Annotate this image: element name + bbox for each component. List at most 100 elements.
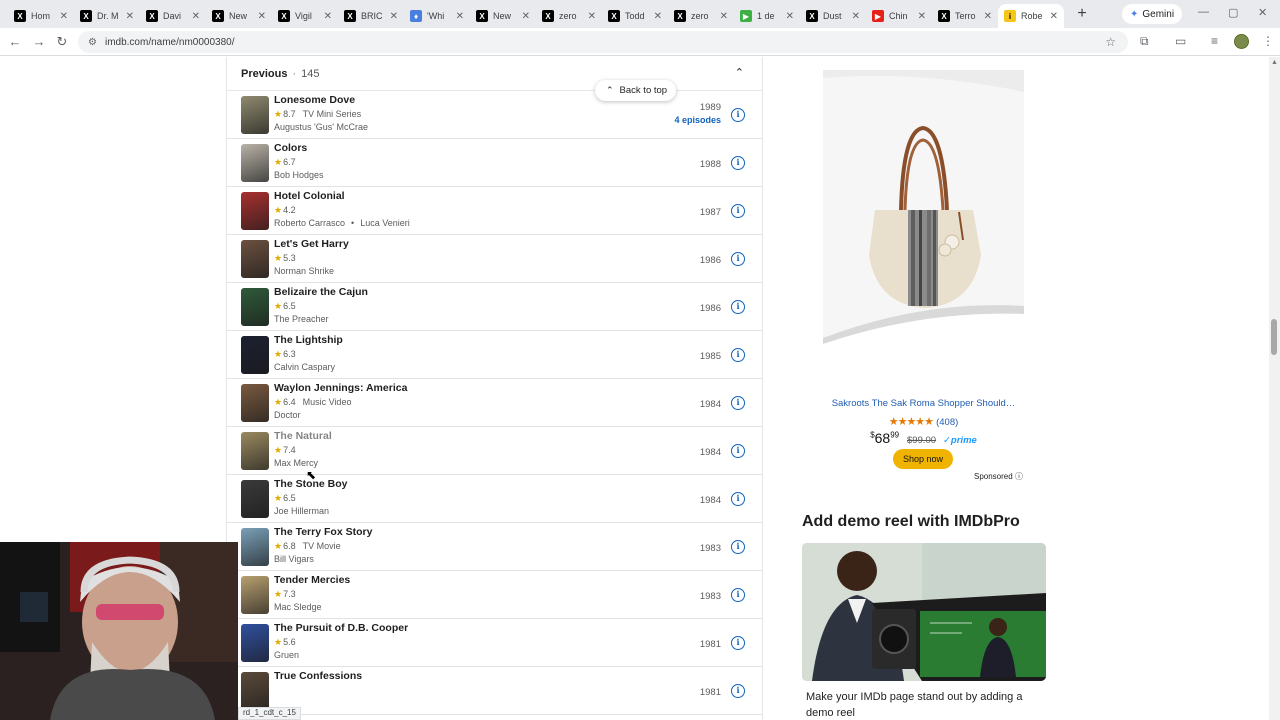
info-icon[interactable]: i bbox=[731, 396, 745, 410]
credit-title[interactable]: Hotel Colonial bbox=[274, 190, 345, 202]
tab-close-icon[interactable]: ✕ bbox=[522, 11, 530, 22]
credit-row[interactable]: Hotel Colonial ★4.2 Roberto Carrasco • Luca … bbox=[227, 187, 762, 235]
browser-tab[interactable]: Xzero ✕ bbox=[536, 4, 602, 28]
tab-close-icon[interactable]: ✕ bbox=[258, 11, 266, 22]
browser-tab[interactable]: ▶ 1 de ✕ bbox=[734, 4, 800, 28]
poster-thumbnail[interactable] bbox=[241, 528, 269, 566]
credit-title[interactable]: The Lightship bbox=[274, 334, 343, 346]
poster-thumbnail[interactable] bbox=[241, 672, 269, 710]
media-control-icon[interactable]: ≡ bbox=[1211, 34, 1218, 48]
browser-tab[interactable]: Xzero ✕ bbox=[668, 4, 734, 28]
chevron-up-icon[interactable]: ⌃ bbox=[735, 66, 744, 79]
info-icon[interactable]: i bbox=[731, 156, 745, 170]
forward-icon[interactable]: → bbox=[27, 34, 51, 49]
back-icon[interactable]: ← bbox=[3, 34, 27, 49]
cast-icon[interactable]: ▭ bbox=[1175, 34, 1186, 48]
credit-title[interactable]: Lonesome Dove bbox=[274, 94, 355, 106]
info-icon[interactable]: i bbox=[731, 684, 745, 698]
poster-thumbnail[interactable] bbox=[241, 432, 269, 470]
poster-thumbnail[interactable] bbox=[241, 192, 269, 230]
browser-tab[interactable]: X Terro ✕ bbox=[932, 4, 998, 28]
info-icon[interactable]: i bbox=[731, 108, 745, 122]
ad-product-image[interactable] bbox=[823, 70, 1024, 355]
shop-now-button[interactable]: Shop now bbox=[893, 449, 954, 469]
poster-thumbnail[interactable] bbox=[241, 384, 269, 422]
credit-title[interactable]: The Natural bbox=[274, 430, 332, 442]
poster-thumbnail[interactable] bbox=[241, 576, 269, 614]
credit-title[interactable]: Tender Mercies bbox=[274, 574, 350, 586]
credit-row[interactable]: True Confessions 1981 i bbox=[227, 667, 762, 715]
reload-icon[interactable]: ↻ bbox=[50, 34, 74, 50]
poster-thumbnail[interactable] bbox=[241, 480, 269, 518]
credit-row[interactable]: The Stone Boy ★6.5 Joe Hillerman 1984 i bbox=[227, 475, 762, 523]
credit-title[interactable]: The Pursuit of D.B. Cooper bbox=[274, 622, 408, 634]
credit-title[interactable]: Colors bbox=[274, 142, 307, 154]
credit-title[interactable]: Waylon Jennings: America bbox=[274, 382, 407, 394]
scrollbar-thumb[interactable] bbox=[1271, 319, 1277, 355]
tab-close-icon[interactable]: ✕ bbox=[786, 11, 794, 22]
poster-thumbnail[interactable] bbox=[241, 240, 269, 278]
credit-title[interactable]: Belizaire the Cajun bbox=[274, 286, 368, 298]
tab-close-icon[interactable]: ✕ bbox=[126, 11, 134, 22]
close-window-icon[interactable]: ✕ bbox=[1258, 6, 1267, 19]
url-input[interactable]: ⚙ imdb.com/name/nm0000380/ ☆ bbox=[78, 31, 1128, 53]
info-icon[interactable]: i bbox=[731, 444, 745, 458]
ad-product-title[interactable]: Sakroots The Sak Roma Shopper Should… bbox=[823, 398, 1024, 409]
browser-tab[interactable]: X BRIC ✕ bbox=[338, 4, 404, 28]
browser-tab[interactable]: ▶ Chin ✕ bbox=[866, 4, 932, 28]
info-icon[interactable]: i bbox=[731, 300, 745, 314]
ad-review-count[interactable]: (408) bbox=[936, 417, 958, 428]
credit-row[interactable]: Waylon Jennings: America ★6.4 Music Video D… bbox=[227, 379, 762, 427]
tab-close-icon[interactable]: ✕ bbox=[324, 11, 332, 22]
page-scrollbar[interactable]: ▲ bbox=[1269, 57, 1280, 720]
credit-row[interactable]: The Terry Fox Story ★6.8 TV Movie Bill Viga… bbox=[227, 523, 762, 571]
browser-tab[interactable]: ♦ 'Whi ✕ bbox=[404, 4, 470, 28]
credit-title[interactable]: The Terry Fox Story bbox=[274, 526, 372, 538]
gemini-button[interactable]: ✦ Gemini bbox=[1122, 4, 1183, 24]
browser-tab[interactable]: X Dr. M ✕ bbox=[74, 4, 140, 28]
menu-icon[interactable]: ⋮ bbox=[1262, 34, 1274, 48]
browser-tab[interactable]: X Davi ✕ bbox=[140, 4, 206, 28]
credit-row[interactable]: The Lightship ★6.3 Calvin Caspary 1985 i bbox=[227, 331, 762, 379]
browser-tab[interactable]: X New ✕ bbox=[206, 4, 272, 28]
credit-row[interactable]: Colors ★6.7 Bob Hodges 1988 i bbox=[227, 139, 762, 187]
episodes-link[interactable]: 4 episodes bbox=[674, 115, 721, 125]
poster-thumbnail[interactable] bbox=[241, 288, 269, 326]
credit-row[interactable]: Lonesome Dove ★8.7 TV Mini Series Augustus … bbox=[227, 91, 762, 139]
info-icon[interactable]: i bbox=[731, 204, 745, 218]
promo-video-thumbnail[interactable] bbox=[802, 543, 1046, 681]
tab-close-icon[interactable]: ✕ bbox=[1050, 11, 1058, 22]
tab-close-icon[interactable]: ✕ bbox=[654, 11, 662, 22]
info-icon[interactable]: i bbox=[731, 252, 745, 266]
sponsored-ad[interactable]: Sakroots The Sak Roma Shopper Should… ★★… bbox=[823, 70, 1024, 480]
tab-close-icon[interactable]: ✕ bbox=[60, 11, 68, 22]
credit-title[interactable]: True Confessions bbox=[274, 670, 362, 682]
credit-title[interactable]: Let's Get Harry bbox=[274, 238, 349, 250]
browser-tab[interactable]: X Dust ✕ bbox=[800, 4, 866, 28]
browser-tab[interactable]: X Todd ✕ bbox=[602, 4, 668, 28]
credit-row[interactable]: Let's Get Harry ★5.3 Norman Shrike 1986 i bbox=[227, 235, 762, 283]
tab-close-icon[interactable]: ✕ bbox=[456, 11, 464, 22]
tab-close-icon[interactable]: ✕ bbox=[918, 11, 926, 22]
credit-row[interactable]: Tender Mercies ★7.3 Mac Sledge 1983 i bbox=[227, 571, 762, 619]
tab-close-icon[interactable]: ✕ bbox=[588, 11, 596, 22]
maximize-icon[interactable]: ▢ bbox=[1228, 6, 1238, 19]
previous-section-header[interactable]: Previous · 145 ⌃ bbox=[227, 57, 762, 91]
scroll-up-icon[interactable]: ▲ bbox=[1271, 59, 1278, 66]
info-icon[interactable]: i bbox=[731, 492, 745, 506]
browser-tab[interactable]: i Robe ✕ bbox=[998, 4, 1064, 28]
poster-thumbnail[interactable] bbox=[241, 336, 269, 374]
browser-tab[interactable]: X Hom ✕ bbox=[8, 4, 74, 28]
info-icon[interactable]: i bbox=[731, 588, 745, 602]
tab-close-icon[interactable]: ✕ bbox=[390, 11, 398, 22]
browser-tab[interactable]: X Vigil ✕ bbox=[272, 4, 338, 28]
credit-row[interactable]: Belizaire the Cajun ★6.5 The Preacher 1986 i bbox=[227, 283, 762, 331]
info-icon[interactable]: i bbox=[731, 540, 745, 554]
info-icon[interactable]: i bbox=[731, 348, 745, 362]
browser-tab[interactable]: X New ✕ bbox=[470, 4, 536, 28]
profile-avatar[interactable] bbox=[1234, 34, 1249, 49]
extensions-icon[interactable]: ⧉ bbox=[1140, 34, 1149, 49]
tab-close-icon[interactable]: ✕ bbox=[192, 11, 200, 22]
back-to-top-button[interactable]: ⌃ Back to top bbox=[595, 80, 677, 101]
poster-thumbnail[interactable] bbox=[241, 624, 269, 662]
